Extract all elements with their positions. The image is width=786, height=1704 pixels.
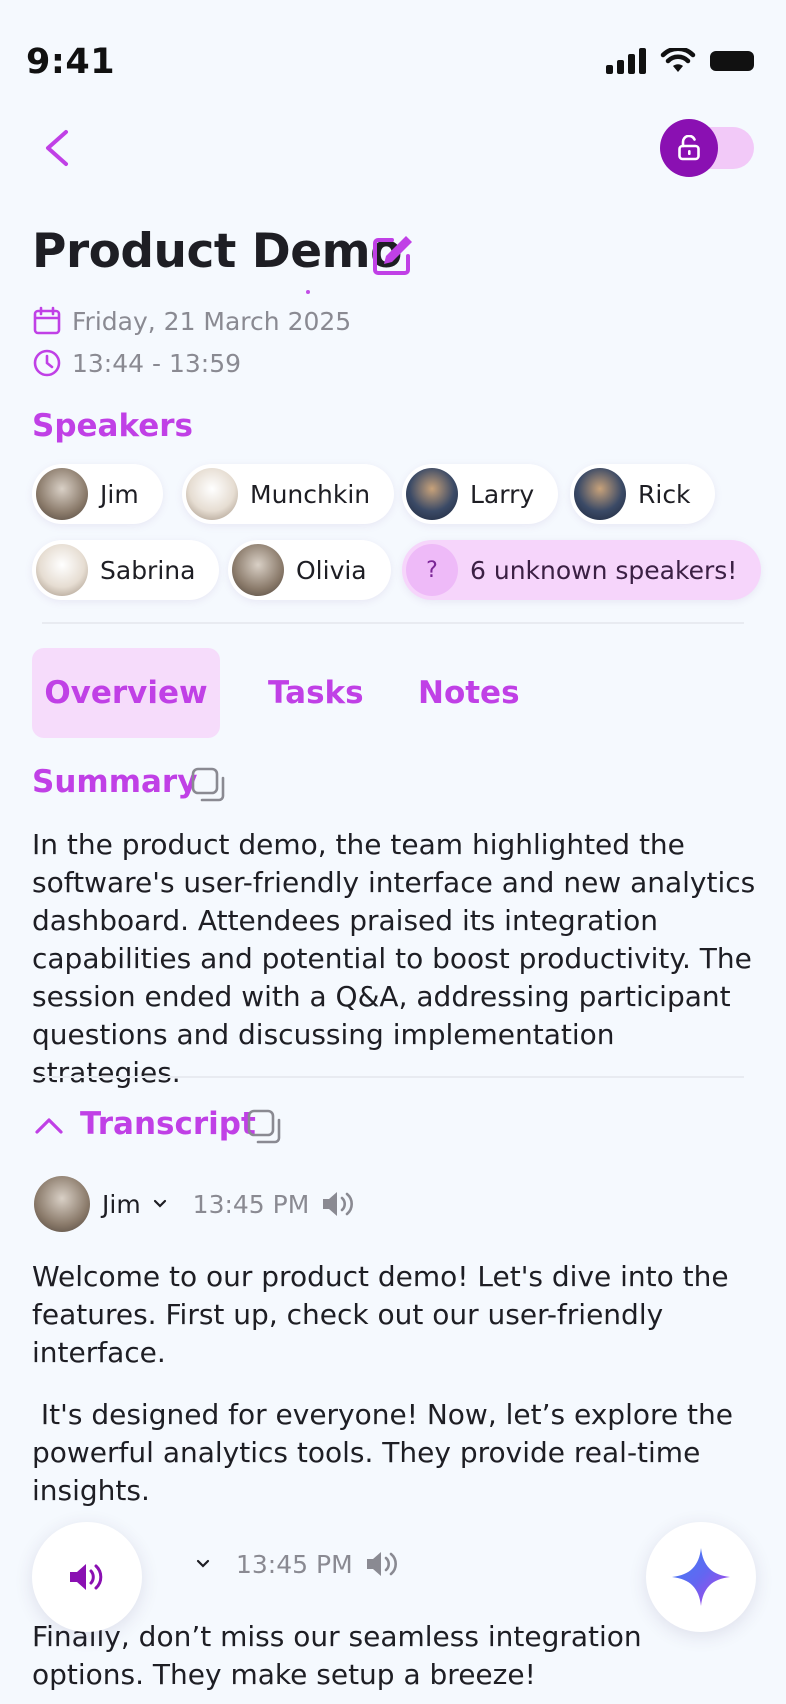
avatar — [406, 468, 458, 520]
meeting-date: Friday, 21 March 2025 — [72, 306, 352, 336]
speaker-chip-olivia[interactable]: Olivia — [228, 540, 391, 600]
speaker-name: Sabrina — [100, 555, 196, 585]
avatar — [232, 544, 284, 596]
battery-icon — [710, 51, 754, 71]
speaker-play-icon[interactable] — [321, 1189, 357, 1219]
meeting-title: Product Demo — [32, 224, 402, 279]
transcript-title[interactable]: Transcript — [80, 1106, 256, 1142]
speaker-name: Rick — [638, 479, 691, 509]
transcript-speaker-row: Jim 13:45 PM — [34, 1176, 357, 1232]
chevron-down-icon[interactable] — [153, 1199, 167, 1209]
transcript-timestamp: 13:45 PM — [192, 1189, 310, 1219]
transcript-paragraph: It's designed for everyone! Now, let’s e… — [32, 1398, 742, 1507]
status-time: 9:41 — [26, 42, 116, 82]
status-icons — [606, 48, 754, 74]
summary-title: Summary — [32, 764, 198, 800]
divider — [42, 622, 744, 624]
speaker-name: Jim — [100, 479, 139, 509]
speaker-chip-sabrina[interactable]: Sabrina — [32, 540, 220, 600]
meeting-date-row: Friday, 21 March 2025 — [32, 306, 351, 336]
transcript-paragraph: Welcome to our product demo! Let's dive … — [32, 1260, 729, 1369]
sparkle-icon — [672, 1548, 730, 1606]
unknown-speakers-chip[interactable]: ? 6 unknown speakers! — [402, 540, 762, 600]
speaker-name: Olivia — [296, 555, 367, 585]
tab-overview[interactable]: Overview — [32, 648, 220, 738]
copy-transcript-icon[interactable] — [246, 1108, 284, 1146]
signal-icon — [606, 48, 646, 74]
transcript-timestamp: 13:45 PM — [236, 1549, 353, 1579]
ai-assistant-button[interactable] — [646, 1522, 756, 1632]
avatar — [36, 544, 88, 596]
speaker-name: Larry — [470, 479, 535, 509]
privacy-lock-toggle[interactable] — [660, 119, 754, 177]
speakers-label: Speakers — [32, 408, 194, 444]
transcript-paragraph: Finally, don’t miss our seamless integra… — [32, 1620, 642, 1691]
speaker-chip-larry[interactable]: Larry — [402, 464, 559, 524]
unlock-icon — [678, 135, 700, 161]
avatar — [574, 468, 626, 520]
chevron-up-icon[interactable] — [34, 1114, 64, 1138]
cursor-dot — [306, 290, 310, 294]
calendar-icon — [33, 306, 61, 335]
summary-text: In the product demo, the team highlighte… — [32, 828, 756, 1089]
back-chevron-icon[interactable] — [38, 126, 78, 170]
meeting-time-range: 13:44 - 13:59 — [72, 348, 242, 378]
speaker-play-icon[interactable] — [365, 1549, 401, 1579]
audio-playback-button[interactable] — [32, 1522, 142, 1632]
speaker-chip-jim[interactable]: Jim — [32, 464, 163, 524]
clock-icon — [33, 349, 61, 377]
speaker-chip-munchkin[interactable]: Munchkin — [182, 464, 395, 524]
speaker-chip-rick[interactable]: Rick — [570, 464, 715, 524]
unknown-speakers-label: 6 unknown speakers! — [470, 555, 738, 585]
unknown-speaker-badge: ? — [406, 544, 458, 596]
divider — [42, 1076, 744, 1078]
avatar — [34, 1176, 90, 1232]
volume-icon — [70, 1564, 103, 1590]
transcript-speaker-name[interactable]: Jim — [102, 1190, 141, 1219]
meeting-time-row: 13:44 - 13:59 — [32, 348, 241, 378]
avatar — [186, 468, 238, 520]
speaker-name: Munchkin — [250, 479, 371, 509]
copy-summary-icon[interactable] — [190, 766, 228, 804]
tab-tasks[interactable]: Tasks — [268, 648, 364, 738]
wifi-icon — [660, 48, 696, 72]
tab-notes[interactable]: Notes — [418, 648, 520, 738]
edit-pencil-icon[interactable] — [370, 232, 416, 278]
avatar — [36, 468, 88, 520]
chevron-down-icon[interactable] — [196, 1559, 210, 1569]
